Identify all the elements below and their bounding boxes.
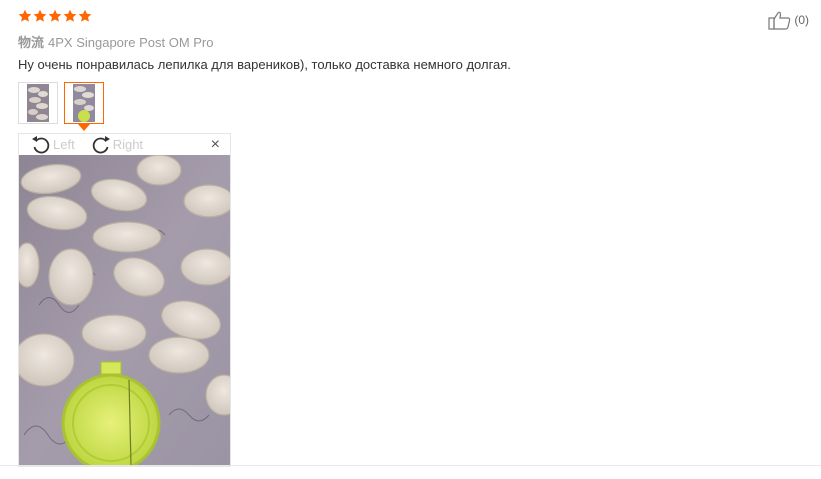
star-icon	[33, 9, 47, 23]
image-viewer: Left Right ×	[18, 133, 231, 467]
thumbs-up-icon	[768, 10, 792, 30]
thumbnail-image	[27, 84, 49, 122]
review-photo	[19, 155, 230, 466]
viewer-toolbar: Left Right ×	[19, 134, 230, 155]
logistics-value: 4PX Singapore Post OM Pro	[48, 35, 214, 50]
rotate-left-label: Left	[53, 137, 75, 152]
thumbnail-photo-2[interactable]	[64, 82, 104, 131]
rotate-right-button[interactable]: Right	[89, 135, 143, 155]
separator	[0, 465, 821, 466]
star-icon	[48, 9, 62, 23]
like-button[interactable]: (0)	[768, 10, 809, 30]
rotate-right-icon	[91, 135, 111, 155]
rotate-left-icon	[31, 135, 51, 155]
thumbnail-photo-1[interactable]	[18, 82, 58, 124]
star-icon	[78, 9, 92, 23]
rotate-right-label: Right	[112, 137, 144, 152]
star-icon	[18, 9, 32, 23]
logistics-label: 物流	[18, 35, 45, 50]
star-icon	[63, 9, 77, 23]
active-pointer	[78, 124, 90, 131]
dumplings-photo	[19, 155, 230, 466]
logistics-info: 物流 4PX Singapore Post OM Pro	[18, 32, 214, 51]
rating-stars	[18, 9, 92, 23]
review-text: Ну очень понравилась лепилка для вареник…	[18, 57, 511, 72]
close-button[interactable]: ×	[211, 137, 220, 153]
thumbnail-image	[73, 84, 95, 122]
photo-thumbnails	[18, 82, 104, 131]
rotate-left-button[interactable]: Left	[29, 135, 75, 155]
likes-count: (0)	[794, 13, 809, 27]
